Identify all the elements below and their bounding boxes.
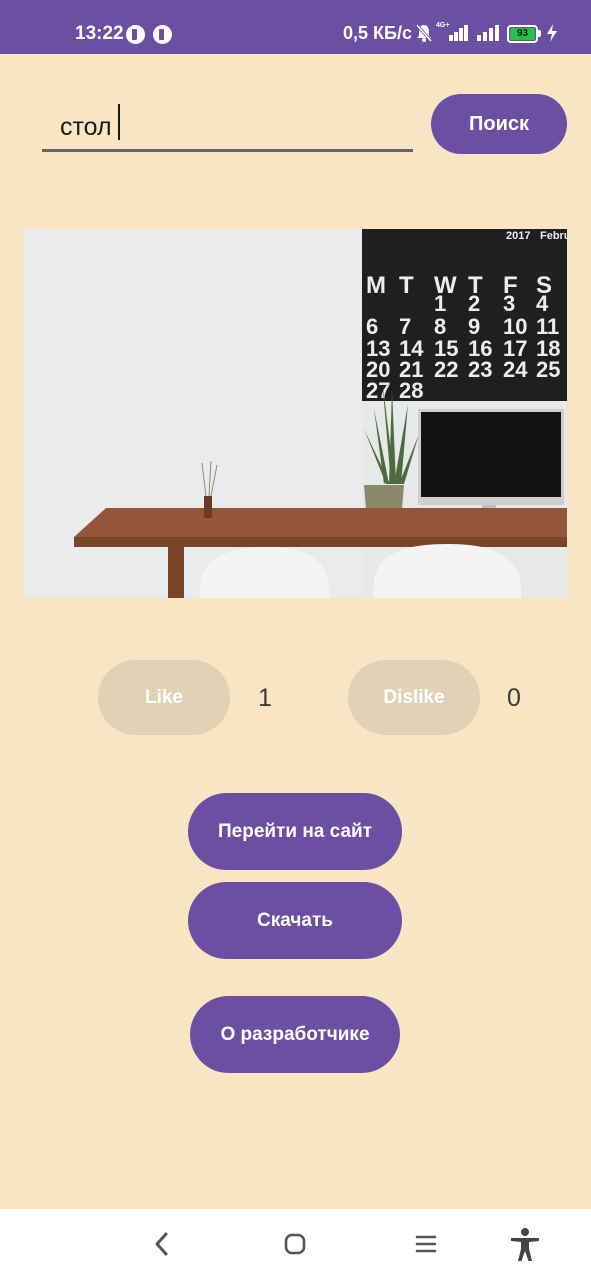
like-count: 1 <box>258 684 272 712</box>
about-developer-button[interactable]: О разработчике <box>190 996 400 1073</box>
svg-text:3: 3 <box>503 291 515 316</box>
svg-text:22: 22 <box>434 357 458 382</box>
system-nav-bar <box>0 1209 591 1280</box>
signal-icon <box>449 25 468 41</box>
svg-text:4: 4 <box>536 291 549 316</box>
svg-text:2: 2 <box>468 291 480 316</box>
dislike-button[interactable]: Dislike <box>348 660 480 735</box>
svg-text:25: 25 <box>536 357 560 382</box>
search-button[interactable]: Поиск <box>431 94 567 154</box>
accessibility-icon[interactable] <box>509 1227 541 1263</box>
svg-text:1: 1 <box>434 291 446 316</box>
charging-icon <box>547 24 557 42</box>
battery-icon: 93 <box>507 25 538 43</box>
svg-text:24: 24 <box>503 357 528 382</box>
status-time: 13:22 <box>75 23 124 44</box>
battery-level: 93 <box>516 28 529 39</box>
dislike-count: 0 <box>507 684 521 712</box>
svg-text:23: 23 <box>468 357 492 382</box>
like-button[interactable]: Like <box>98 660 230 735</box>
app-notification-icon <box>126 25 145 44</box>
network-speed: 0,5 КБ/с <box>343 23 412 43</box>
signal-icon <box>477 25 499 41</box>
svg-text:2017: 2017 <box>506 230 530 242</box>
download-button[interactable]: Скачать <box>188 882 402 959</box>
svg-text:Febru: Febru <box>540 230 567 242</box>
svg-text:27: 27 <box>366 378 390 403</box>
desk-photo: 2017 Febru M T W T F S 1 2 3 4 6 7 8 9 1… <box>24 229 567 598</box>
text-caret <box>118 104 120 140</box>
app-notification-icon <box>153 25 172 44</box>
search-input[interactable] <box>42 96 413 152</box>
home-icon[interactable] <box>283 1227 309 1261</box>
menu-icon[interactable] <box>414 1227 440 1261</box>
svg-text:28: 28 <box>399 378 423 403</box>
mute-icon <box>416 24 432 42</box>
visit-site-button[interactable]: Перейти на сайт <box>188 793 402 870</box>
svg-text:M: M <box>366 272 386 299</box>
back-icon[interactable] <box>150 1227 174 1261</box>
svg-text:T: T <box>399 272 414 299</box>
status-bar: 13:22 0,5 КБ/с 4G+ 93 <box>0 0 591 54</box>
